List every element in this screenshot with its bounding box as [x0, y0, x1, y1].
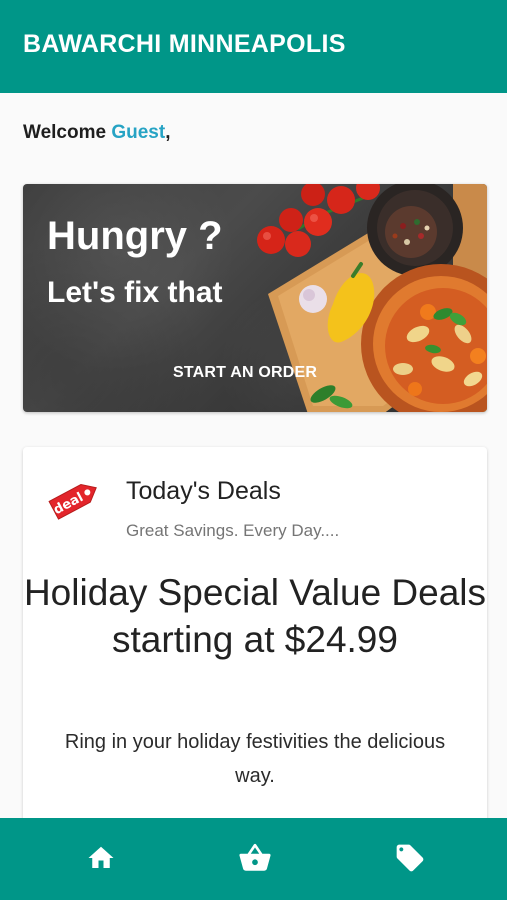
- deals-title: Today's Deals: [126, 477, 281, 505]
- guest-name: Guest: [111, 122, 166, 143]
- start-order-button[interactable]: START AN ORDER: [173, 364, 317, 382]
- deal-headline: Holiday Special Value Deals starting at …: [23, 572, 487, 660]
- deal-description: Ring in your holiday festivities the del…: [64, 731, 446, 787]
- home-icon: [88, 846, 114, 868]
- welcome-prefix: Welcome: [23, 122, 112, 143]
- app-title: BAWARCHI MINNEAPOLIS: [23, 30, 346, 58]
- tag-icon: [396, 844, 424, 872]
- deal-tag-icon: deal: [48, 484, 97, 520]
- hero-title: Hungry ?: [47, 214, 223, 258]
- welcome-suffix: ,: [165, 122, 171, 143]
- welcome-message: Welcome Guest,: [23, 122, 171, 144]
- nav-home-button[interactable]: [81, 838, 121, 878]
- hero-subtitle: Let's fix that: [47, 276, 223, 309]
- app-bar: BAWARCHI MINNEAPOLIS: [0, 0, 507, 93]
- basket-icon: [239, 843, 271, 871]
- bottom-navigation: [0, 818, 507, 900]
- deals-subtitle: Great Savings. Every Day....: [126, 521, 340, 540]
- nav-cart-button[interactable]: [235, 838, 275, 878]
- nav-deals-button[interactable]: [390, 838, 430, 878]
- deals-card[interactable]: deal Today's Deals Great Savings. Every …: [23, 447, 487, 827]
- hero-banner[interactable]: Hungry ? Let's fix that START AN ORDER: [23, 184, 487, 412]
- app-screen: BAWARCHI MINNEAPOLIS Welcome Guest, Hung…: [0, 0, 507, 900]
